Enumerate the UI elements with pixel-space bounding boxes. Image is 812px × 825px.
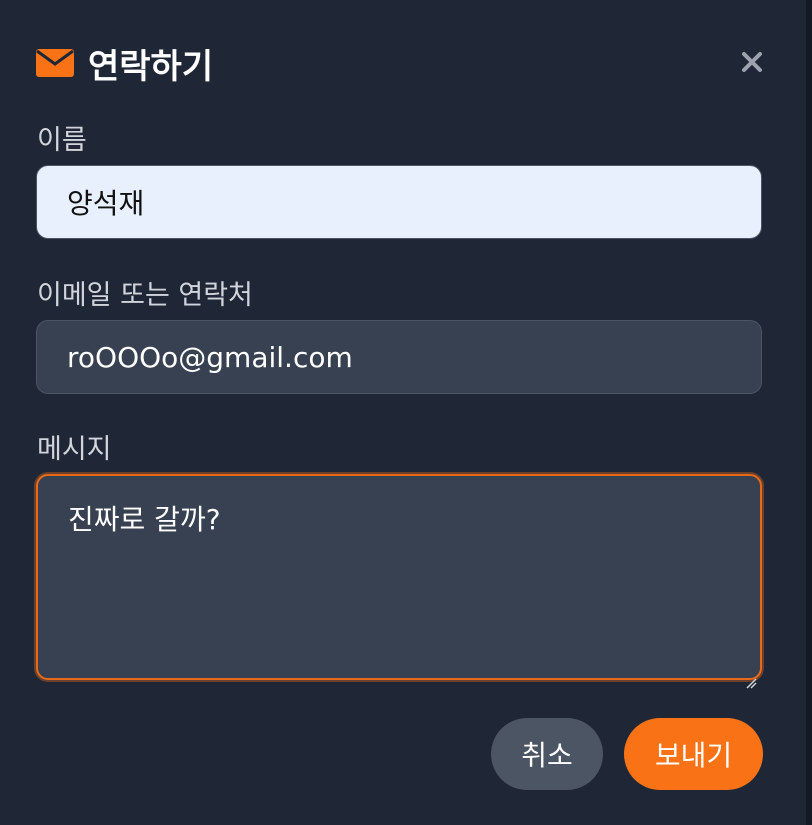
message-label: 메시지 xyxy=(37,434,112,465)
resize-handle-icon[interactable] xyxy=(745,663,757,689)
contact-input[interactable]: roOOOo@gmail.com xyxy=(36,320,762,394)
close-button[interactable] xyxy=(738,48,766,76)
name-input-value: 양석재 xyxy=(67,187,145,220)
send-button[interactable]: 보내기 xyxy=(624,718,763,790)
dialog-header: 연락하기 xyxy=(36,38,213,88)
name-label: 이름 xyxy=(37,125,87,156)
message-textarea[interactable]: 진짜로 갈까? xyxy=(36,474,762,689)
message-textarea-value: 진짜로 갈까? xyxy=(68,503,221,536)
contact-label: 이메일 또는 연락처 xyxy=(37,280,253,311)
close-icon xyxy=(742,52,762,72)
cancel-button[interactable]: 취소 xyxy=(491,718,603,790)
contact-input-value: roOOOo@gmail.com xyxy=(67,340,353,374)
envelope-icon xyxy=(36,49,74,77)
scrollbar-track xyxy=(806,0,812,825)
contact-dialog: 연락하기 이름 양석재 이메일 또는 연락처 roOOOo@gmail.com … xyxy=(0,0,806,825)
dialog-title: 연락하기 xyxy=(88,46,214,87)
name-input[interactable]: 양석재 xyxy=(36,165,762,239)
